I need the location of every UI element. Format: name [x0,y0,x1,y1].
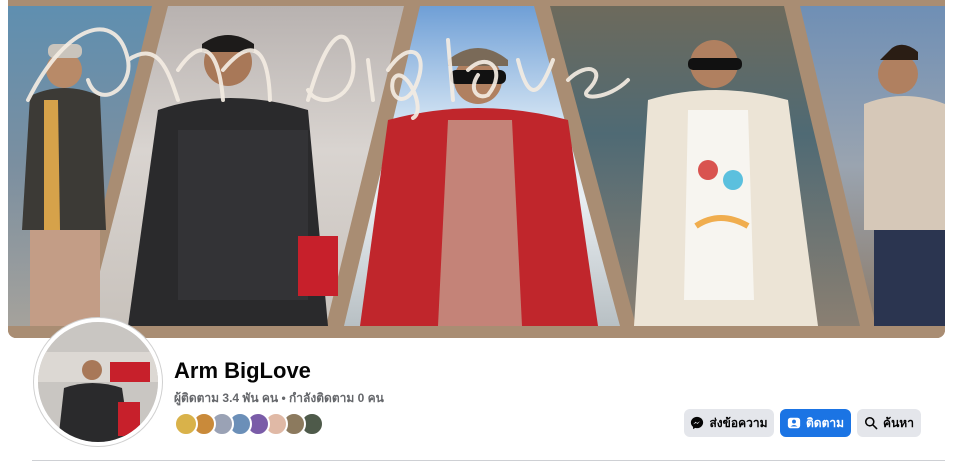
followers-unit[interactable]: คน [262,391,278,405]
message-button-label: ส่งข้อความ [709,415,768,430]
profile-stats: ผู้ติดตาม 3.4 พัน คน • กำลังติดตาม 0 คน [174,389,384,408]
message-button[interactable]: ส่งข้อความ [684,409,774,437]
cover-photo-collage [8,0,945,338]
profile-avatar[interactable] [34,318,162,446]
search-icon [865,416,878,430]
follow-icon [787,417,801,429]
following-label[interactable]: กำลังติดตาม [289,391,354,405]
messenger-icon [691,416,704,430]
follow-button-label: ติดตาม [805,415,845,430]
follower-avatar[interactable] [174,412,198,436]
profile-page: Arm BigLove ผู้ติดตาม 3.4 พัน คน • กำลัง… [0,0,965,468]
cover-photo[interactable] [8,0,945,338]
profile-divider [32,460,945,461]
follow-button[interactable]: ติดตาม [780,409,851,437]
following-unit[interactable]: คน [368,391,384,405]
followers-count[interactable]: 3.4 พัน [222,391,258,405]
followers-label[interactable]: ผู้ติดตาม [174,391,219,405]
following-count[interactable]: 0 [358,391,365,405]
profile-avatar-image [38,322,158,442]
stats-separator: • [281,391,286,405]
search-button-label: ค้นหา [883,415,914,430]
follower-avatars [174,412,324,436]
search-button[interactable]: ค้นหา [857,409,921,437]
profile-name: Arm BigLove [174,358,311,383]
